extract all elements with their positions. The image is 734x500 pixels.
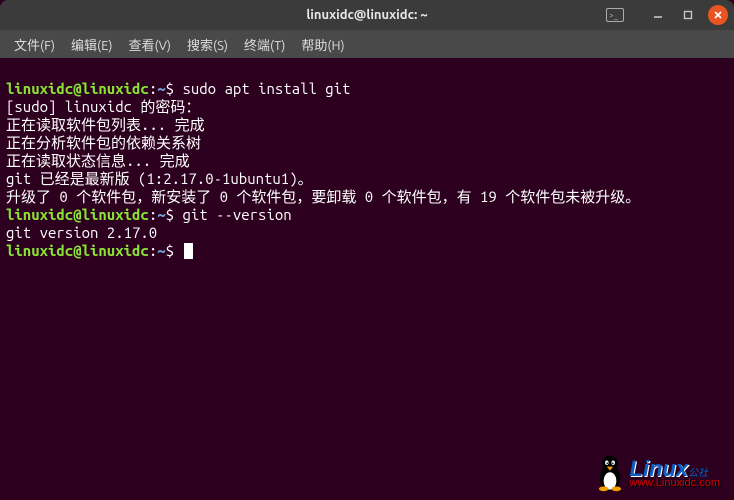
prompt-userhost: linuxidc@linuxidc [6, 242, 149, 259]
window-titlebar: linuxidc@linuxidc: ~ >_ [0, 0, 734, 30]
menu-view[interactable]: 查看(V) [125, 33, 175, 56]
watermark-sub: 公社 [688, 467, 708, 478]
prompt-path: ~ [157, 242, 165, 259]
close-button[interactable] [708, 5, 728, 25]
output-line: 升级了 0 个软件包，新安装了 0 个软件包，要卸载 0 个软件包，有 19 个… [6, 188, 640, 205]
menu-edit[interactable]: 编辑(E) [67, 33, 116, 56]
prompt-userhost: linuxidc@linuxidc [6, 80, 149, 97]
prompt-colon: : [149, 206, 157, 223]
menu-file[interactable]: 文件(F) [10, 33, 59, 56]
command-line: sudo apt install git [182, 80, 350, 97]
terminal-indicator-icon: >_ [606, 8, 624, 22]
output-line: 正在分析软件包的依赖关系树 [6, 134, 201, 151]
maximize-button[interactable] [678, 5, 698, 25]
watermark-logo: Linux公社 www.Linuxidc.com [594, 454, 720, 492]
prompt-dollar: $ [166, 206, 174, 223]
minimize-button[interactable] [648, 5, 668, 25]
window-title: linuxidc@linuxidc: ~ [306, 8, 427, 22]
menu-bar: 文件(F) 编辑(E) 查看(V) 搜索(S) 终端(T) 帮助(H) [0, 30, 734, 58]
prompt-path: ~ [157, 206, 165, 223]
prompt-dollar: $ [166, 242, 174, 259]
window-controls [648, 5, 728, 25]
prompt-path: ~ [157, 80, 165, 97]
watermark-text: Linux公社 www.Linuxidc.com [630, 458, 720, 489]
output-line: 正在读取软件包列表... 完成 [6, 116, 205, 133]
prompt-userhost: linuxidc@linuxidc [6, 206, 149, 223]
output-line: 正在读取状态信息... 完成 [6, 152, 190, 169]
watermark-url: www.Linuxidc.com [630, 478, 720, 489]
terminal-output-area[interactable]: linuxidc@linuxidc:~$ sudo apt install gi… [0, 58, 734, 264]
prompt-colon: : [149, 242, 157, 259]
command-line: git --version [182, 206, 291, 223]
menu-help[interactable]: 帮助(H) [297, 33, 348, 56]
output-line: [sudo] linuxidc 的密码： [6, 98, 200, 115]
prompt-dollar: $ [166, 80, 174, 97]
menu-terminal[interactable]: 终端(T) [240, 33, 289, 56]
output-line: git 已经是最新版 (1:2.17.0-1ubuntu1)。 [6, 170, 313, 187]
menu-search[interactable]: 搜索(S) [183, 33, 232, 56]
terminal-cursor [184, 243, 193, 259]
penguin-icon [594, 454, 626, 492]
prompt-colon: : [149, 80, 157, 97]
output-line: git version 2.17.0 [6, 224, 157, 241]
